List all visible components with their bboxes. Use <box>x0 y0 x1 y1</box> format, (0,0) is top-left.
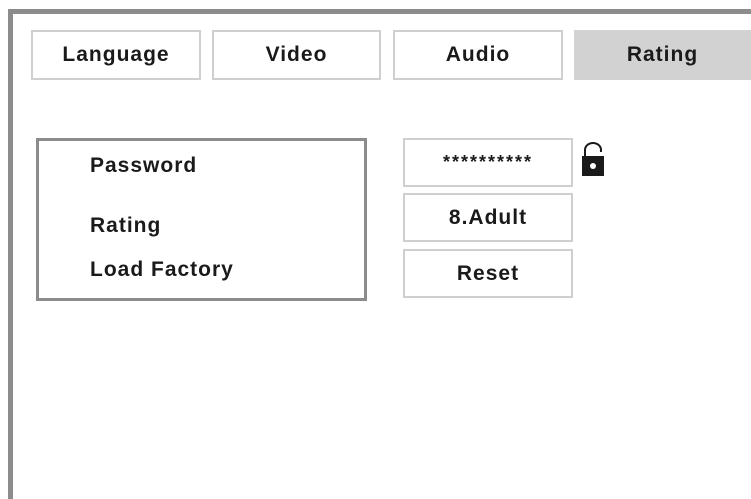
tab-video[interactable]: Video <box>212 30 381 80</box>
tab-language[interactable]: Language <box>31 30 201 80</box>
tab-audio[interactable]: Audio <box>393 30 563 80</box>
rating-selector[interactable]: 8.Adult <box>403 193 573 242</box>
password-field[interactable]: ********** <box>403 138 573 187</box>
password-value: ********** <box>442 152 534 172</box>
unlocked-padlock-icon <box>582 142 604 176</box>
reset-label: Reset <box>456 261 520 285</box>
rating-settings-menu: Password Rating Load Factory <box>36 138 367 301</box>
tab-rating-label: Rating <box>626 43 699 66</box>
menu-item-load-factory[interactable]: Load Factory <box>90 258 234 282</box>
tab-video-label: Video <box>265 43 328 66</box>
rating-value: 8.Adult <box>448 205 528 229</box>
tab-audio-label: Audio <box>445 43 511 66</box>
reset-button[interactable]: Reset <box>403 249 573 298</box>
menu-item-password[interactable]: Password <box>90 154 197 178</box>
tab-rating[interactable]: Rating <box>574 30 751 80</box>
tab-language-label: Language <box>62 43 170 66</box>
menu-item-rating[interactable]: Rating <box>90 214 161 238</box>
